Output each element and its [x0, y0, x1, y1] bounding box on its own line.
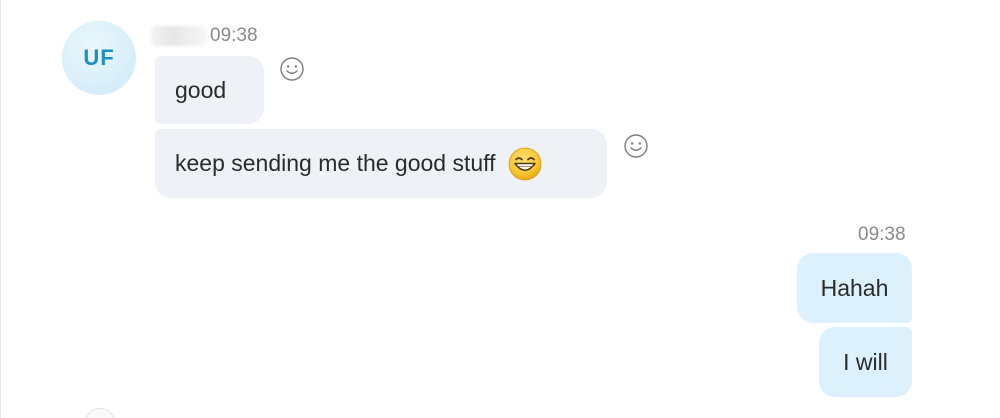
grinning-face-emoji-icon — [508, 147, 541, 180]
chat-conversation-pane: UF 09:38 good keep sending me the good s… — [0, 0, 1000, 418]
outgoing-timestamp: 09:38 — [858, 224, 906, 245]
incoming-timestamp: 09:38 — [210, 25, 258, 46]
add-reaction-icon[interactable] — [623, 133, 649, 159]
message-text: I will — [843, 348, 888, 375]
message-text: Hahah — [820, 274, 889, 301]
next-avatar-partial — [85, 408, 115, 418]
outgoing-message-bubble[interactable]: I will — [819, 327, 912, 397]
avatar-initials: UF — [83, 45, 115, 70]
incoming-message-bubble[interactable]: good — [155, 56, 264, 124]
avatar[interactable]: UF — [63, 22, 135, 94]
message-text: good — [175, 76, 227, 103]
add-reaction-icon[interactable] — [279, 56, 305, 82]
incoming-message-bubble[interactable]: keep sending me the good stuff — [155, 129, 607, 198]
outgoing-message-bubble[interactable]: Hahah — [797, 253, 912, 323]
sender-name-redacted — [151, 26, 207, 46]
message-text: keep sending me the good stuff — [175, 150, 496, 176]
